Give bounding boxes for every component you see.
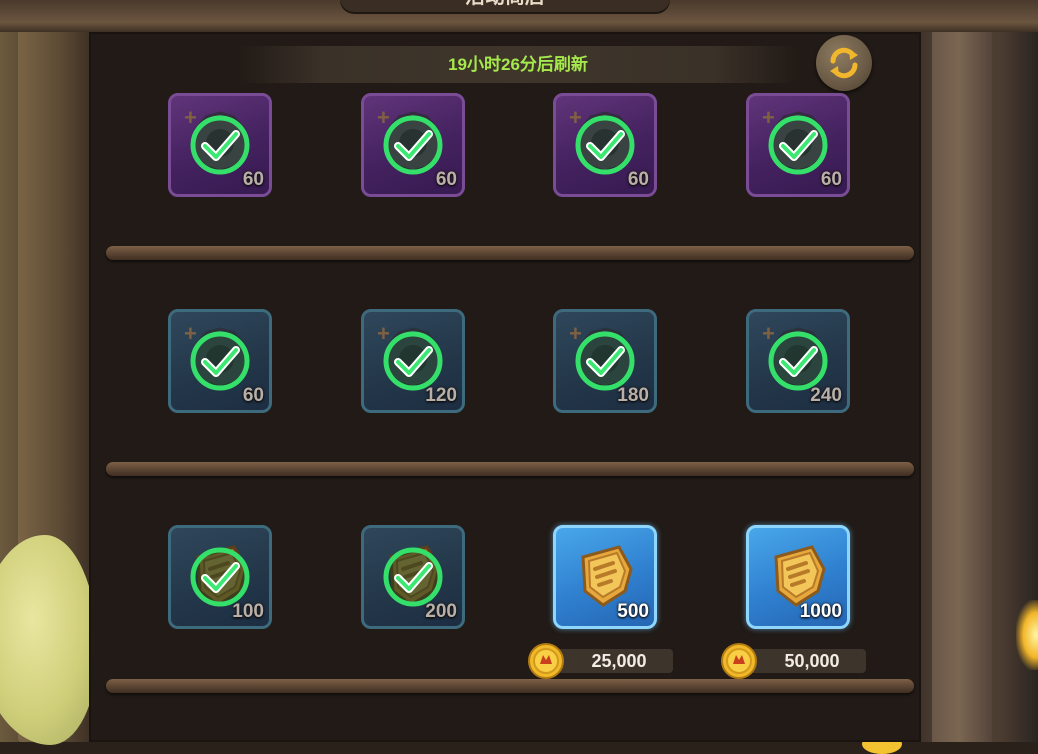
purchased-check-icon [188,113,252,177]
price-amount: 25,000 [591,651,647,671]
shelf-board-2 [106,462,914,476]
coin-icon [527,642,565,680]
coin-icon [720,642,758,680]
item-quantity: 200 [425,601,457,622]
shelf-board-3 [106,679,914,693]
purchased-check-icon [188,329,252,393]
purchased-check-icon [766,113,830,177]
purchased-check-icon [766,329,830,393]
item-quantity: 1000 [799,601,842,622]
item-quantity: 500 [617,601,649,622]
shelf-board-1 [106,246,914,260]
refresh-banner: 19小时26分后刷新 [238,46,798,83]
purchased-check-icon [381,545,445,609]
shop-item-slot[interactable]: + 60 [168,309,272,413]
shop-item-slot[interactable]: 200 [361,525,465,629]
shop-item-slot[interactable]: 500 [553,525,657,629]
refresh-icon [830,47,858,79]
item-quantity: 100 [232,601,264,622]
price-tag[interactable]: 25,000 [527,643,673,679]
purchased-check-icon [381,329,445,393]
shop-item-slot[interactable]: + 60 [168,93,272,197]
price-amount: 50,000 [784,651,840,671]
shop-item-slot[interactable]: 100 [168,525,272,629]
refresh-button[interactable] [816,35,872,91]
item-quantity: 240 [810,385,842,406]
shop-item-slot[interactable]: + 60 [361,93,465,197]
purchased-check-icon [573,113,637,177]
title-plate: 活动商店 [340,0,670,12]
item-quantity: 60 [627,169,649,190]
purchased-check-icon [381,113,445,177]
shop-item-slot[interactable]: + 120 [361,309,465,413]
purchased-check-icon [573,329,637,393]
item-quantity: 60 [820,169,842,190]
right-pillar [932,20,992,742]
refresh-countdown: 19小时26分后刷新 [448,55,588,74]
item-quantity: 60 [242,385,264,406]
page-title: 活动商店 [340,0,670,12]
purchased-check-icon [188,545,252,609]
item-quantity: 60 [435,169,457,190]
item-quantity: 180 [617,385,649,406]
shop-item-slot[interactable]: + 180 [553,309,657,413]
shop-item-slot[interactable]: + 60 [553,93,657,197]
item-quantity: 60 [242,169,264,190]
shop-item-slot[interactable]: + 240 [746,309,850,413]
lantern-glow [1016,600,1038,670]
shop-item-slot[interactable]: 1000 [746,525,850,629]
item-quantity: 120 [425,385,457,406]
price-tag[interactable]: 50,000 [720,643,866,679]
shop-item-slot[interactable]: + 60 [746,93,850,197]
